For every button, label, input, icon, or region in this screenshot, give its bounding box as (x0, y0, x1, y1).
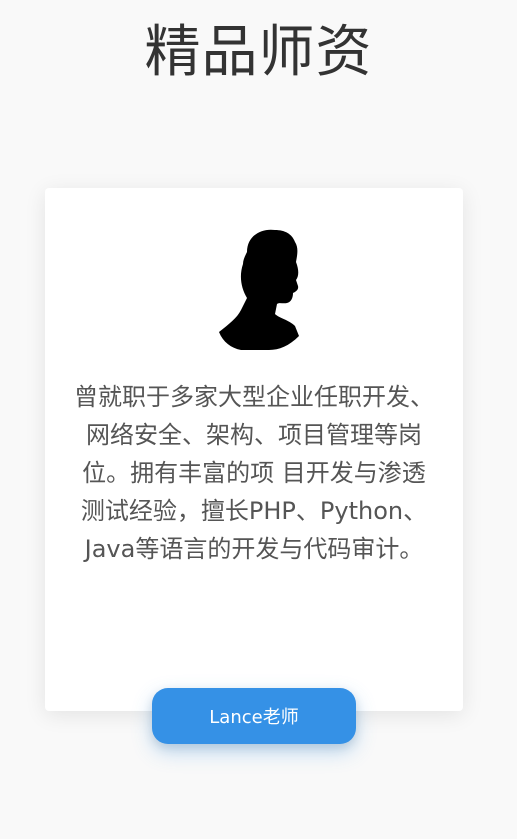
section-title: 精品师资 (144, 20, 373, 85)
person-silhouette-icon (219, 229, 299, 350)
teacher-name-button[interactable]: Lance老师 (152, 688, 356, 744)
teacher-bio: 曾就职于多家大型企业任职开发、网络安全、架构、项目管理等岗位。拥有丰富的项 目开… (74, 383, 434, 563)
teacher-card: 曾就职于多家大型企业任职开发、网络安全、架构、项目管理等岗位。拥有丰富的项 目开… (45, 188, 463, 711)
teachers-section: 精品师资 曾就职于多家大型企业任职开发、网络安全、架构、项目管理等岗位。拥有丰富… (0, 0, 517, 839)
